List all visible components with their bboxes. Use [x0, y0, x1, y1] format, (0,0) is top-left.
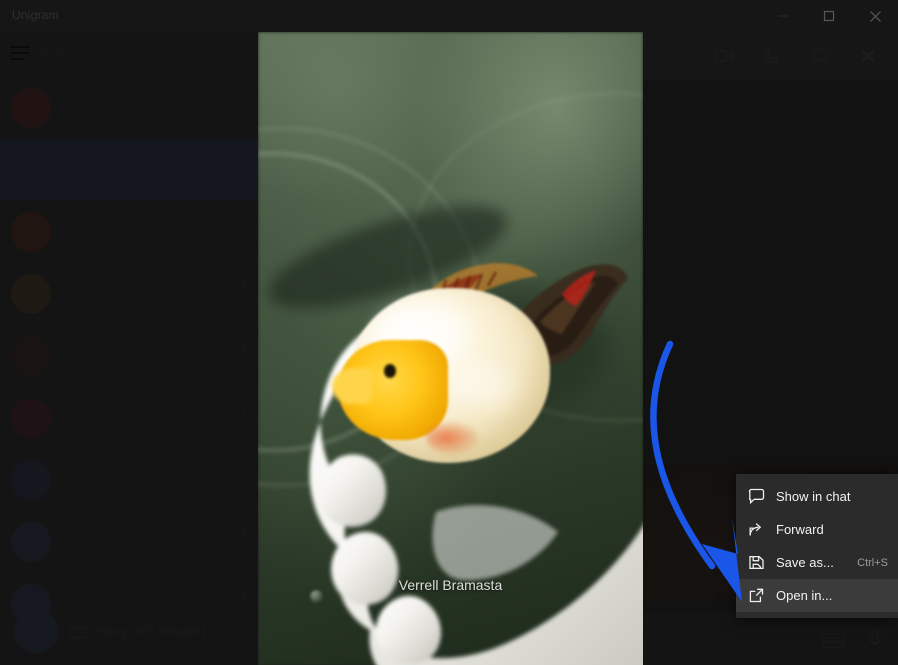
avatar[interactable] [11, 398, 51, 438]
maximize-button[interactable] [806, 0, 852, 32]
read-check-icon: ✓ [239, 280, 249, 292]
media-viewer[interactable]: Verrell Bramasta [258, 32, 643, 665]
avatar[interactable] [11, 88, 51, 128]
sidebar-header: Search [0, 32, 258, 77]
close-button[interactable] [852, 0, 898, 32]
phone-call-icon[interactable] [748, 32, 796, 80]
window-controls [760, 0, 898, 32]
save-disk-icon [748, 553, 772, 573]
fish-eye [384, 364, 396, 378]
menu-item-open-in[interactable]: Open in... [736, 579, 898, 612]
read-check-icon: ✓ [239, 156, 249, 168]
title-bar: Unigram [0, 0, 898, 32]
read-check-icon: ✓ [239, 590, 249, 602]
fish-highlight [450, 362, 516, 410]
sidebar-footer: Honey Tech Respukit [ [0, 607, 258, 665]
hamburger-icon[interactable] [10, 46, 30, 62]
fish-mouth [332, 368, 372, 404]
context-menu[interactable]: Show in chat Forward Save as... Ctrl+S Open … [736, 474, 898, 618]
fish-gill [426, 422, 478, 454]
read-check-icon: ✓ [239, 404, 249, 416]
unigram-window: Unigram Search ✓ ✓ ✓ ✓ ✓ ✓ ✓ ✓ Honey Tech Respu… [0, 0, 898, 665]
menu-item-forward[interactable]: Forward [736, 513, 898, 546]
menu-item-label: Open in... [776, 588, 833, 603]
chat-list[interactable]: ✓ ✓ ✓ ✓ ✓ ✓ ✓ ✓ [0, 77, 258, 637]
avatar[interactable] [11, 336, 51, 376]
sidebar: Search ✓ ✓ ✓ ✓ ✓ ✓ ✓ ✓ Honey Tech Respukit [ [0, 32, 258, 665]
open-external-icon [748, 586, 772, 606]
chat-list-item[interactable]: ✓ [0, 263, 258, 325]
video-call-icon[interactable] [700, 32, 748, 80]
composer-actions: GIF [822, 614, 884, 665]
chat-list-item[interactable]: ✓ [0, 387, 258, 449]
chat-list-item[interactable]: ✓ [0, 325, 258, 387]
goldfish [332, 260, 628, 475]
read-check-icon: ✓ [239, 466, 249, 478]
chat-list-item[interactable]: ✓ [0, 511, 258, 573]
pin-icon [70, 627, 86, 638]
read-check-icon: ✓ [239, 528, 249, 540]
chat-bubble-icon [748, 487, 772, 507]
read-check-icon: ✓ [239, 218, 249, 230]
video-frame: Verrell Bramasta [258, 32, 643, 665]
search-icon[interactable] [796, 32, 844, 80]
menu-item-label: Save as... [776, 555, 834, 570]
avatar[interactable] [11, 522, 51, 562]
avatar[interactable] [11, 274, 51, 314]
menu-item-label: Forward [776, 522, 824, 537]
microphone-icon[interactable] [866, 627, 884, 654]
menu-item-show-in-chat[interactable]: Show in chat [736, 480, 898, 513]
search-input[interactable]: Search [40, 45, 240, 65]
app-title: Unigram [12, 8, 59, 22]
minimize-button[interactable] [760, 0, 806, 32]
read-check-icon: ✓ [239, 342, 249, 354]
chat-header-actions [700, 32, 892, 80]
menu-item-shortcut: Ctrl+S [857, 556, 888, 569]
forward-arrow-icon [748, 520, 772, 540]
sidebar-bottom-status: Honey Tech Respukit [ [96, 626, 206, 638]
gif-icon[interactable]: GIF [822, 632, 844, 648]
close-icon[interactable] [844, 32, 892, 80]
chat-list-item[interactable]: ✓ [0, 449, 258, 511]
chat-list-item[interactable]: ✓ [0, 201, 258, 263]
chat-list-item[interactable]: ✓ [0, 139, 258, 201]
menu-item-save-as[interactable]: Save as... Ctrl+S [736, 546, 898, 579]
chat-list-item[interactable] [0, 77, 258, 139]
avatar[interactable] [11, 460, 51, 500]
video-watermark: Verrell Bramasta [398, 577, 503, 593]
avatar[interactable] [11, 212, 51, 252]
avatar[interactable] [11, 150, 51, 190]
menu-item-label: Show in chat [776, 489, 851, 504]
avatar[interactable] [14, 609, 58, 653]
